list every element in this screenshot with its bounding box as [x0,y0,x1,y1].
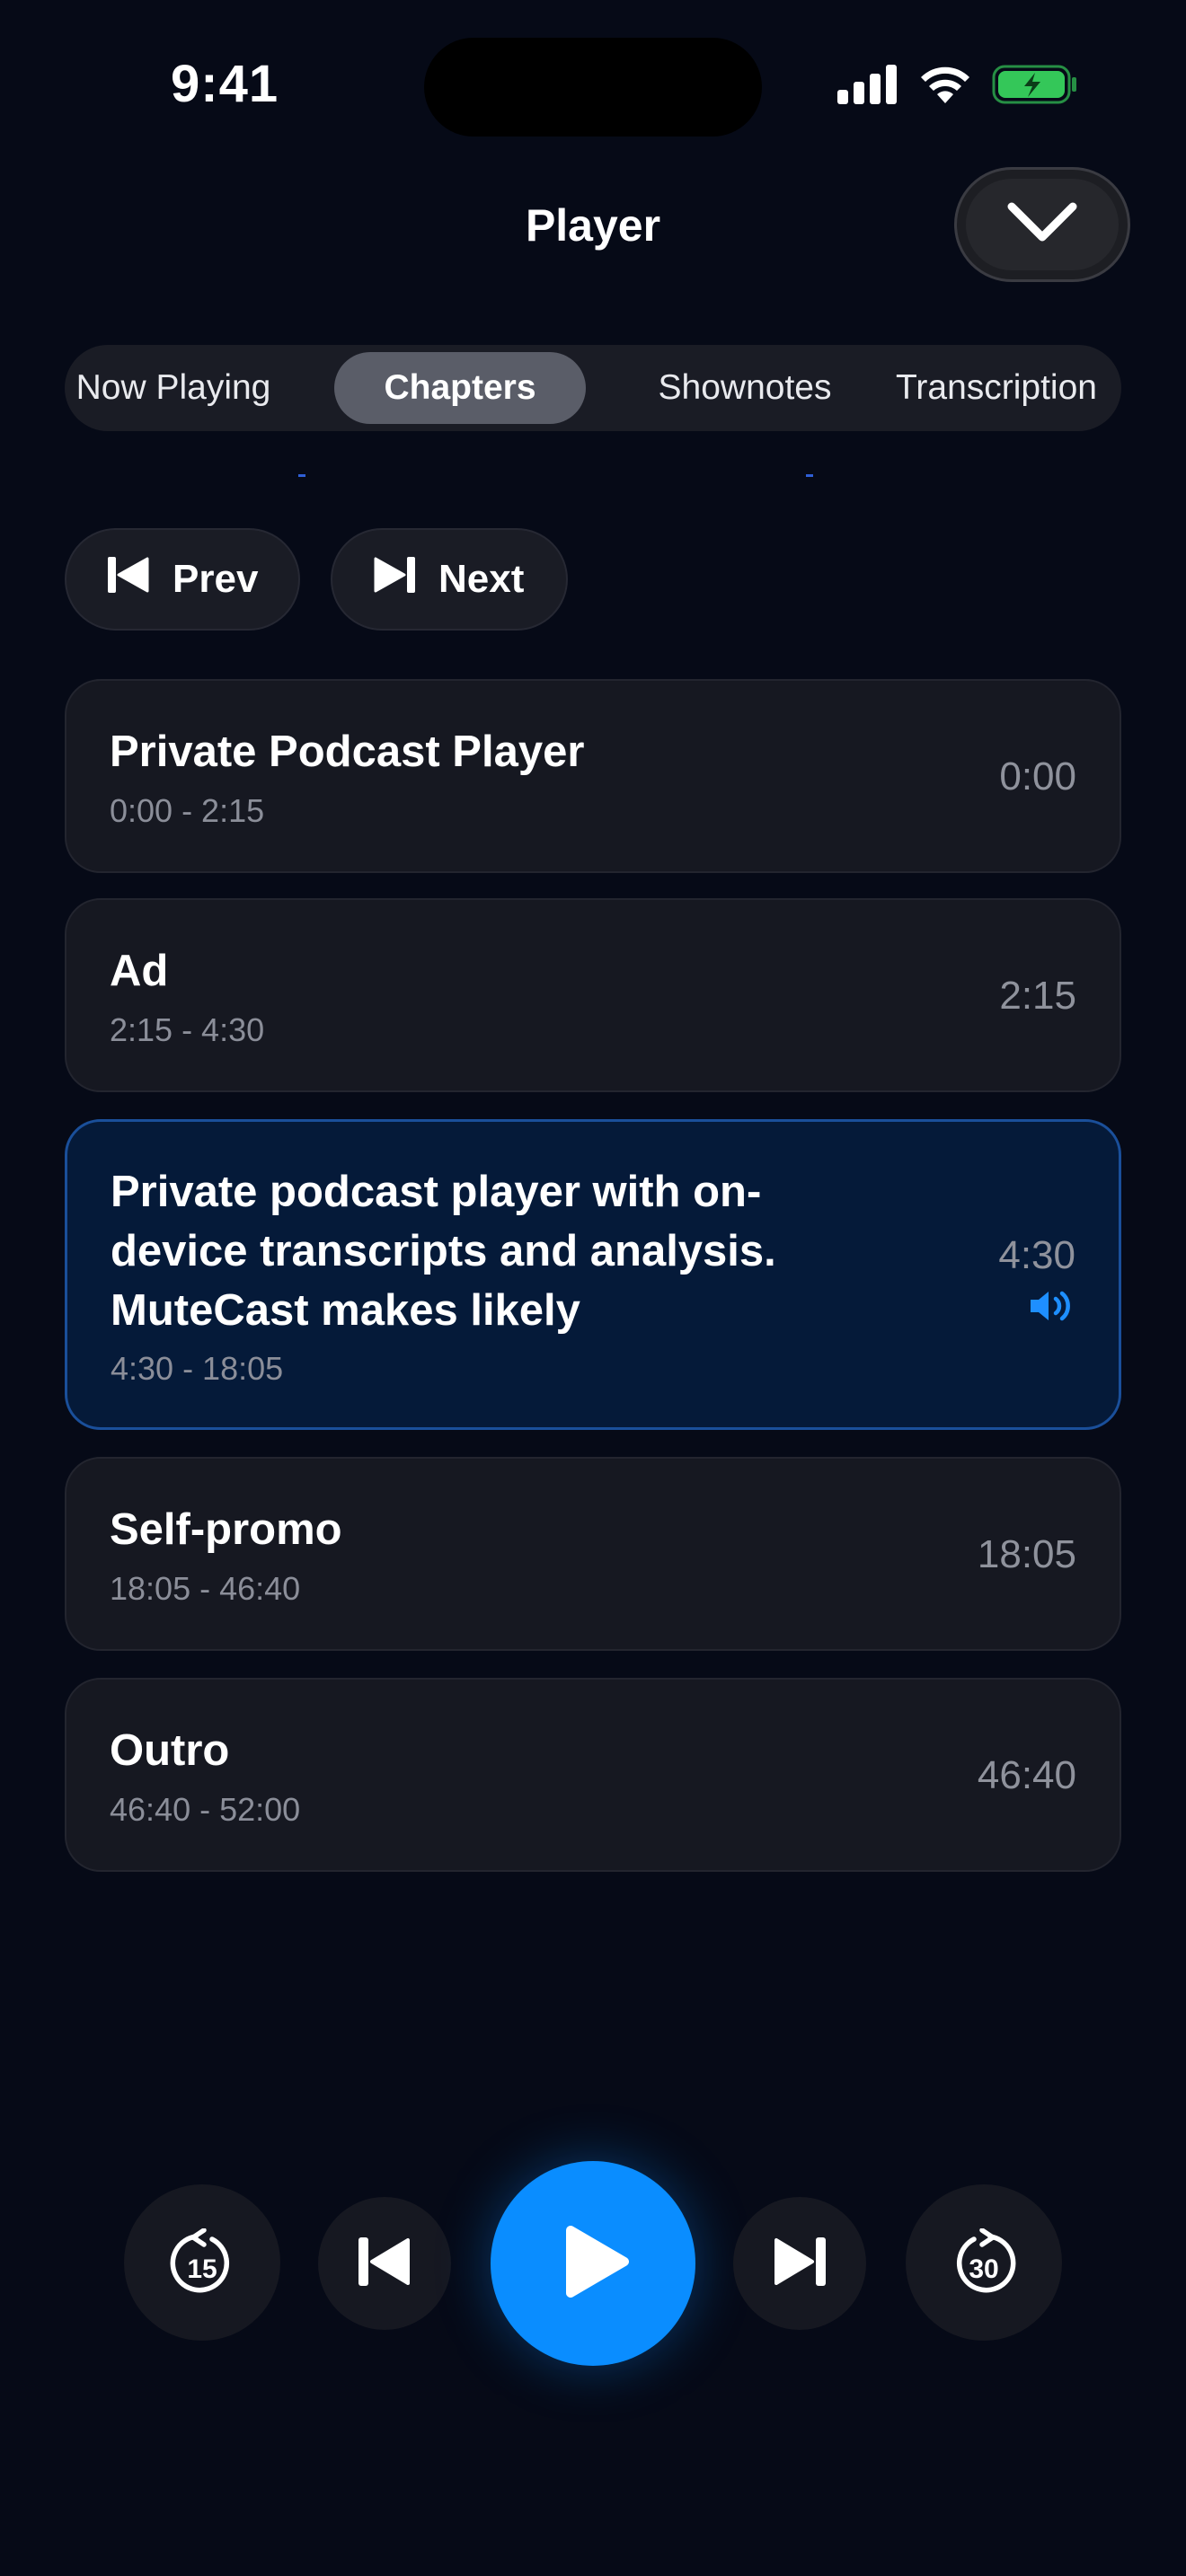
dynamic-island [424,38,762,137]
chapter-item-active[interactable]: Private podcast player with on-device tr… [65,1119,1121,1430]
chapter-title: Private Podcast Player [110,728,585,776]
previous-episode-button[interactable] [318,2197,451,2330]
skip-previous-icon [358,2236,411,2290]
chapter-start-time: 2:15 [999,974,1076,1018]
tab-now-playing[interactable]: Now Playing [72,352,275,424]
next-episode-button[interactable] [733,2197,866,2330]
chapter-title: Self-promo [110,1505,342,1554]
next-chapter-label: Next [438,557,525,601]
previous-chapter-button[interactable]: Prev [65,528,300,631]
play-icon [565,2225,630,2303]
chapter-start-time: 46:40 [977,1753,1076,1797]
segmented-tab-bar: Now Playing Chapters Shownotes Transcrip… [65,345,1121,431]
chapter-item[interactable]: Outro 46:40 - 52:00 46:40 [65,1678,1121,1872]
chapter-time-range: 2:15 - 4:30 [110,1011,265,1048]
skip-back-15-icon: 15 [169,2228,235,2297]
tab-transcription[interactable]: Transcription [879,352,1114,424]
chapter-item[interactable]: Ad 2:15 - 4:30 2:15 [65,898,1121,1092]
status-icons [837,63,1078,110]
skip-back-15-button[interactable]: 15 [124,2184,280,2341]
tab-scroll-marker [806,474,813,477]
skip-forward-30-icon: 30 [951,2228,1017,2297]
tab-chapters[interactable]: Chapters [334,352,586,424]
chapter-time-range: 0:00 - 2:15 [110,792,265,829]
wifi-icon [918,64,972,110]
chapter-time-range: 46:40 - 52:00 [110,1791,301,1828]
chapter-start-time: 18:05 [977,1532,1076,1576]
chapter-time-range: 18:05 - 46:40 [110,1570,301,1607]
next-chapter-icon [374,556,415,603]
chevron-down-icon [1006,201,1078,249]
chapter-time-range: 4:30 - 18:05 [111,1350,284,1387]
battery-charging-icon [992,63,1078,110]
chapter-item[interactable]: Self-promo 18:05 - 46:40 18:05 [65,1457,1121,1651]
skip-next-icon [774,2236,826,2290]
collapse-player-button[interactable] [954,167,1130,282]
tab-shownotes[interactable]: Shownotes [620,352,870,424]
play-button[interactable] [491,2161,695,2366]
chapter-title: Outro [110,1726,230,1775]
status-time: 9:41 [171,55,279,113]
tab-scroll-marker [298,474,305,477]
skip-back-seconds: 15 [187,2254,217,2284]
previous-chapter-icon [108,556,149,603]
chapter-title: Ad [110,947,169,995]
chapter-start-time: 0:00 [999,754,1076,798]
chapter-title: Private podcast player with on-device tr… [111,1168,776,1335]
chapter-start-time: 4:30 [998,1233,1075,1277]
skip-forward-30-button[interactable]: 30 [906,2184,1062,2341]
chapter-item[interactable]: Private Podcast Player 0:00 - 2:15 0:00 [65,679,1121,873]
speaker-icon [1029,1289,1074,1328]
signal-icon [837,65,898,109]
next-chapter-button[interactable]: Next [331,528,568,631]
skip-forward-seconds: 30 [969,2254,999,2284]
previous-chapter-label: Prev [173,557,259,601]
